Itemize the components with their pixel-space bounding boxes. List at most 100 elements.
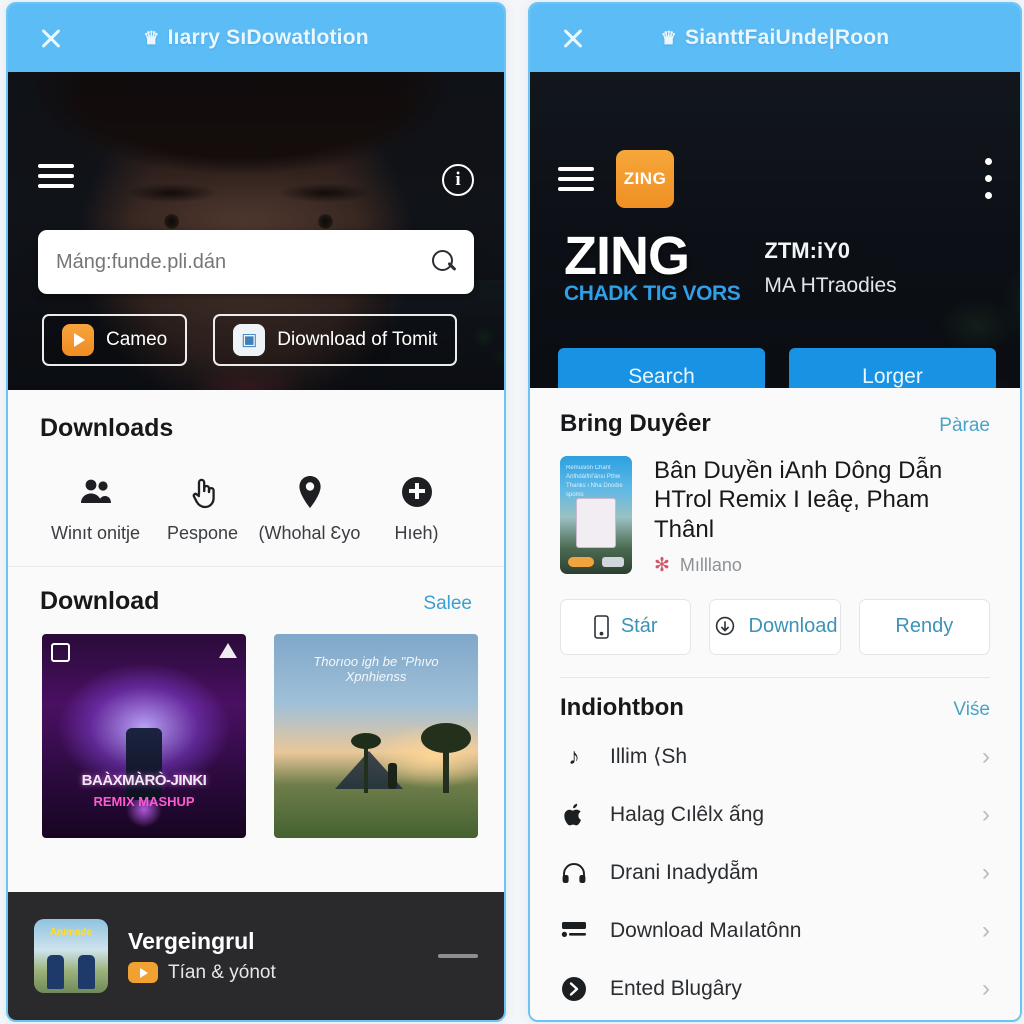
brand-row: ZING CHADK TIG VORS ZTM:iY0 MA HTraodies [564,226,996,304]
right-title-text: SianttFaiUnde|Roon [685,26,890,49]
zing-wordmark: ZING CHADK TIG VORS [564,226,741,304]
download-section-header: Download Salee [8,566,504,616]
download-button[interactable]: Download [709,598,841,655]
download-thumbnail-row: BAÀXMÀRÒ-JINKI REMIX MASHUP Thorıoo igh … [8,616,504,838]
asterisk-icon: ✻ [654,554,670,576]
music-note-icon: ♪ [568,743,580,770]
phone-icon [594,614,609,639]
brand-line-2: MA HTraodies [764,274,897,297]
player-source-row: Tían & yónot [128,962,418,984]
lorger-button[interactable]: Lorger [789,348,996,388]
hero-item-zno-roont[interactable]: Zno Rôont [38,382,474,390]
chip-download-label: Diownload of Tomit [277,329,438,350]
tap-hand-icon [149,471,256,513]
list-item-label: Ented Blugâry [610,976,742,1000]
left-hero: i Cameo ▣ Diownload of Tomit Zno Rôon [8,72,504,390]
hamburger-menu-icon[interactable] [558,167,594,191]
select-square-icon[interactable] [51,643,70,662]
cover-pill-orange [568,557,594,567]
hero-chip-row: Cameo ▣ Diownload of Tomit [42,314,470,366]
youtube-icon [128,962,158,984]
content-card[interactable]: Remusión Chant Anthdáifnl'ánsı Pthw Than… [530,438,1020,577]
quick-action-hieh[interactable]: Hıeh) [363,471,470,544]
crown-icon: ♛ [660,28,678,48]
mini-player-bar[interactable]: Animade Vergeingrul Tían & yónot [8,892,504,1020]
chip-cameo[interactable]: Cameo [42,314,188,366]
list-item-illim-sh[interactable]: ♪ Illim ⟨Sh › [560,728,990,786]
headphones-icon [560,862,588,884]
zing-wordmark-main: ZING [564,226,690,286]
arrow-circle-right-icon [560,976,588,1002]
kebab-menu-icon[interactable] [985,158,992,199]
zing-app-badge[interactable]: ZING [616,150,674,208]
thumb-caption-2: REMIX MASHUP [93,794,195,810]
hamburger-menu-icon[interactable] [38,164,74,188]
content-card-meta: ✻ Mılllano [654,554,990,577]
quick-action-winit-onitje[interactable]: Winıt onitje [42,471,149,544]
search-button[interactable]: Search [558,348,765,388]
list-item-label: Halag Cılêlx ấng [610,802,765,826]
download-thumbnail-1[interactable]: BAÀXMÀRÒ-JINKI REMIX MASHUP [42,634,246,838]
bring-duyeer-link[interactable]: Pàrae [939,415,990,437]
content-cover-art: Remusión Chant Anthdáifnl'ánsı Pthw Than… [560,456,632,574]
play-icon [62,324,94,356]
people-icon [42,471,149,513]
apple-icon [560,803,588,827]
right-hero: ZING ZING CHADK TIG VORS ZTM:iY0 MA HTra… [530,72,1020,388]
player-artwork-label: Animade [49,927,93,938]
brand-text: ZTM:iY0 MA HTraodies [764,232,896,298]
download-see-all-link[interactable]: Salee [423,593,472,615]
list-item-download-mailatonn[interactable]: Download Maılatônn › [560,902,990,960]
upload-triangle-icon[interactable] [219,643,237,658]
player-artwork: Animade [34,919,108,993]
bring-duyeer-header: Bring Duyêer Pàrae [530,388,1020,438]
thumb-person-shape [388,763,398,790]
hero-item-list: Zno Rôont Eviâ Çotal [38,382,474,390]
artwork-figure-right [78,955,95,989]
screen: ♛ Iıarry SıDowatlotion i Cameo ▣ [0,0,1024,1024]
player-source-label: Tían & yónot [168,961,276,983]
player-meta: Vergeingrul Tían & yónot [128,928,418,984]
rendy-button[interactable]: Rendy [858,598,990,655]
thumb-tree-shape [421,723,472,794]
download-cloud-icon [713,616,737,638]
quick-action-label: Winıt onitje [50,523,141,543]
indiohtbon-link[interactable]: Viśe [953,699,990,721]
right-window-title: ♛ SianttFaiUnde|Roon [530,26,1020,50]
chevron-right-icon: › [982,800,990,828]
quick-action-label: Hıeh) [394,523,439,543]
quick-action-whohal-eyo[interactable]: (Whohal Ɛyo [256,471,363,544]
chip-cameo-label: Cameo [106,329,168,350]
cover-pill-grey [602,557,624,567]
right-titlebar: ♛ SianttFaiUnde|Roon [530,4,1020,72]
left-sheet: Downloads Winıt onitje Pespone (Whohal Ɛ… [8,390,504,1020]
search-bar[interactable] [38,230,474,294]
list-item-drani-inadydam[interactable]: Drani Inadydẵm › [560,844,990,902]
left-phone-panel: ♛ Iıarry SıDowatlotion i Cameo ▣ [6,2,506,1022]
card-action-row: Stár Download Rendy [530,577,1020,655]
list-item-halag-cilelx-ang[interactable]: Halag Cılêlx ấng › [560,786,990,844]
close-icon[interactable] [38,25,64,51]
chevron-right-icon: › [982,974,990,1002]
content-card-body: Bân Duyền iAnh Dông Dẫn HTrol Remix I Ie… [654,456,990,577]
info-icon[interactable]: i [442,164,474,196]
chevron-right-icon: › [982,916,990,944]
card-icon [560,921,588,941]
downloads-title: Downloads [40,414,174,442]
list-item-ented-blugary[interactable]: Ented Blugâry › [560,960,990,1018]
left-titlebar: ♛ Iıarry SıDowatlotion [8,4,504,72]
search-input[interactable] [56,250,432,274]
downloads-section-header: Downloads [8,390,504,443]
drag-handle[interactable] [438,954,478,958]
chevron-right-icon: › [982,858,990,886]
download-thumbnail-2[interactable]: Thorıoo igh be "Phıvo Xpnhienss [274,634,478,838]
list-item-label: Download Maılatônn [610,918,802,942]
chip-download-of-tomit[interactable]: ▣ Diownload of Tomit [213,314,458,366]
player-track-name: Vergeingrul [128,928,255,955]
brand-line-1: ZTM:iY0 [764,238,850,263]
close-icon[interactable] [560,25,586,51]
star-button[interactable]: Stár [560,598,692,655]
location-pin-icon [256,471,363,513]
quick-action-pespone[interactable]: Pespone [149,471,256,544]
search-icon[interactable] [432,250,456,274]
